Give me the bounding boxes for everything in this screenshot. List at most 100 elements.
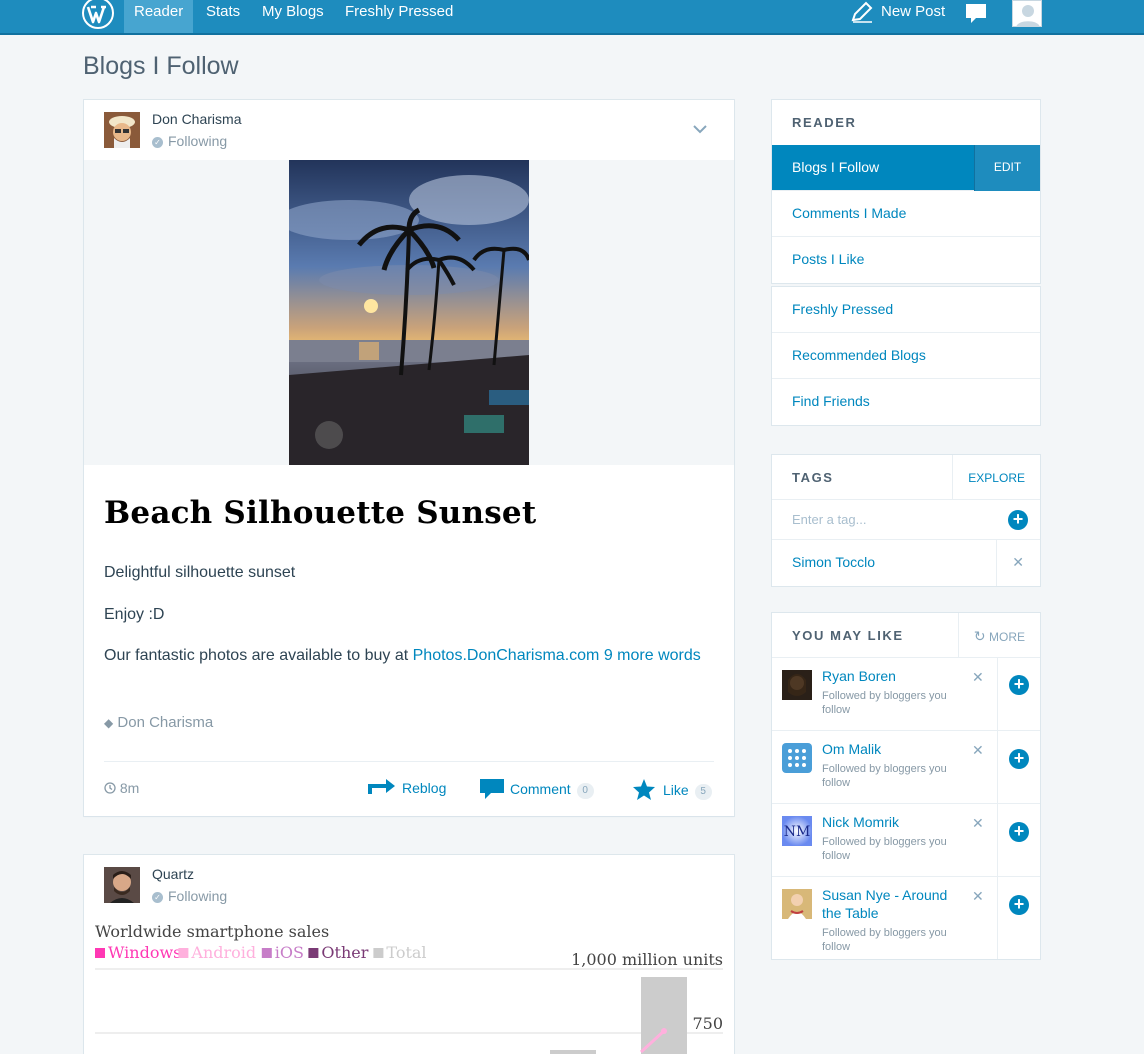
- total-bar: [550, 1050, 596, 1054]
- star-icon: [633, 779, 655, 800]
- blog-avatar[interactable]: [782, 889, 812, 919]
- sunset-photo[interactable]: [289, 160, 529, 465]
- legend-swatch: [308, 948, 319, 958]
- tag-item[interactable]: Simon Tocclo ✕: [772, 540, 1040, 586]
- check-icon: ✓: [152, 892, 163, 903]
- recommendation-item: Susan Nye - Around the Table Followed by…: [772, 877, 1040, 959]
- explore-button[interactable]: EXPLORE: [952, 455, 1040, 500]
- tag-input-placeholder: Enter a tag...: [792, 512, 867, 527]
- legend-swatch: [261, 948, 272, 958]
- author-name[interactable]: Don Charisma: [152, 111, 241, 127]
- reblog-button[interactable]: Reblog: [366, 778, 446, 798]
- blog-avatar[interactable]: NM: [782, 816, 812, 846]
- follow-status-label: Following: [168, 888, 228, 904]
- legend-label: Android: [190, 943, 256, 962]
- chart-legend: Windows Android iOS Other Total: [95, 943, 427, 962]
- blog-avatar-image: [782, 743, 812, 773]
- pencil-icon: [851, 1, 873, 23]
- comment-count: 0: [576, 783, 594, 799]
- remove-tag-icon[interactable]: ✕: [1012, 540, 1024, 584]
- user-avatar[interactable]: [1012, 0, 1042, 27]
- legend-swatch: [373, 948, 384, 958]
- menu-item-freshly-pressed[interactable]: Freshly Pressed: [772, 287, 1040, 333]
- blog-name[interactable]: Nick Momrik: [822, 813, 962, 831]
- author-name[interactable]: Quartz: [152, 866, 194, 882]
- post-time[interactable]: 8m: [104, 780, 139, 796]
- promo-link[interactable]: Photos.DonCharisma.com: [413, 647, 600, 664]
- comment-icon: [480, 779, 504, 799]
- reblog-label: Reblog: [402, 780, 447, 796]
- like-button[interactable]: Like 5: [632, 778, 712, 800]
- divider: [997, 877, 998, 959]
- chart-svg: Worldwide smartphone sales Windows Androi…: [95, 922, 723, 1054]
- follow-plus-icon[interactable]: +: [1009, 895, 1029, 915]
- tab-my-blogs[interactable]: My Blogs: [252, 0, 334, 33]
- blog-avatar-image: [782, 670, 812, 700]
- post-card: Quartz ✓ Following Worldwide smartphone s…: [84, 855, 734, 1054]
- post-tag[interactable]: ◆ Don Charisma: [104, 714, 213, 731]
- post-title[interactable]: Beach Silhouette Sunset: [104, 495, 536, 531]
- comment-label: Comment: [510, 781, 571, 797]
- blog-name[interactable]: Susan Nye - Around the Table: [822, 886, 962, 922]
- more-label: MORE: [989, 630, 1025, 644]
- menu-item-find-friends[interactable]: Find Friends: [772, 379, 1040, 425]
- featured-image-area: [84, 160, 734, 465]
- tab-freshly-pressed[interactable]: Freshly Pressed: [335, 0, 463, 33]
- tag-input[interactable]: Enter a tag... +: [772, 500, 1040, 540]
- tag-icon: ◆: [104, 716, 114, 730]
- follow-status[interactable]: ✓ Following: [152, 133, 227, 149]
- reader-heading: READER: [792, 115, 857, 130]
- more-button[interactable]: ↻ MORE: [957, 613, 1040, 658]
- menu-item-comments-i-made[interactable]: Comments I Made: [772, 191, 1040, 237]
- follow-plus-icon[interactable]: +: [1009, 675, 1029, 695]
- follow-status[interactable]: ✓ Following: [152, 888, 227, 904]
- add-tag-icon[interactable]: +: [1008, 510, 1028, 530]
- reader-menu: READER Blogs I Follow EDIT Comments I Ma…: [772, 100, 1040, 283]
- blog-name[interactable]: Ryan Boren: [822, 667, 962, 685]
- notifications-icon[interactable]: [965, 3, 987, 25]
- dismiss-icon[interactable]: ✕: [972, 669, 984, 686]
- blog-avatar[interactable]: [782, 670, 812, 700]
- blog-name[interactable]: Om Malik: [822, 740, 962, 758]
- page-title: Blogs I Follow: [83, 52, 239, 80]
- menu-item-recommended-blogs[interactable]: Recommended Blogs: [772, 333, 1040, 379]
- dismiss-icon[interactable]: ✕: [972, 742, 984, 759]
- new-post-label: New Post: [881, 3, 946, 20]
- you-may-like-heading: YOU MAY LIKE ↻ MORE: [772, 613, 1040, 658]
- total-bar: [641, 977, 687, 1054]
- follow-plus-icon[interactable]: +: [1009, 749, 1029, 769]
- menu-item-blogs-i-follow[interactable]: Blogs I Follow EDIT: [772, 145, 1040, 191]
- blog-avatar[interactable]: [782, 743, 812, 773]
- dismiss-icon[interactable]: ✕: [972, 888, 984, 905]
- chevron-down-icon[interactable]: [692, 124, 708, 134]
- wordpress-logo-icon[interactable]: [82, 0, 114, 29]
- author-avatar[interactable]: [104, 867, 140, 903]
- menu-item-posts-i-like[interactable]: Posts I Like: [772, 237, 1040, 283]
- you-may-like-heading-label: YOU MAY LIKE: [792, 628, 904, 643]
- refresh-icon: ↻: [973, 628, 986, 644]
- tab-reader[interactable]: Reader: [124, 0, 194, 33]
- dismiss-icon[interactable]: ✕: [972, 815, 984, 832]
- recommendations-panel: YOU MAY LIKE ↻ MORE Ryan Boren Followed …: [772, 613, 1040, 959]
- smartphone-sales-chart[interactable]: Worldwide smartphone sales Windows Androi…: [84, 917, 734, 1054]
- android-point: [661, 1028, 667, 1034]
- recommendation-item: NM Nick Momrik Followed by bloggers you …: [772, 804, 1040, 877]
- legend-swatch: [178, 948, 189, 958]
- menu-item-label: Blogs I Follow: [792, 159, 880, 175]
- tab-stats[interactable]: Stats: [196, 0, 250, 33]
- more-words-link[interactable]: 9 more words: [604, 647, 701, 664]
- tags-heading: TAGS EXPLORE: [772, 455, 1040, 500]
- reblog-icon: [368, 779, 395, 794]
- check-icon: ✓: [152, 137, 163, 148]
- author-avatar[interactable]: [104, 112, 140, 148]
- legend-label: Windows: [108, 943, 181, 962]
- y-tick-label: 1,000 million units: [571, 950, 723, 969]
- blog-avatar-image: [782, 889, 812, 919]
- follow-plus-icon[interactable]: +: [1009, 822, 1029, 842]
- author-avatar-image: [104, 112, 140, 148]
- y-tick-label: 750: [692, 1014, 723, 1033]
- post-paragraph: Enjoy :D: [104, 606, 165, 623]
- edit-button[interactable]: EDIT: [974, 145, 1040, 191]
- like-label: Like: [663, 782, 689, 798]
- comment-button[interactable]: Comment 0: [479, 778, 594, 800]
